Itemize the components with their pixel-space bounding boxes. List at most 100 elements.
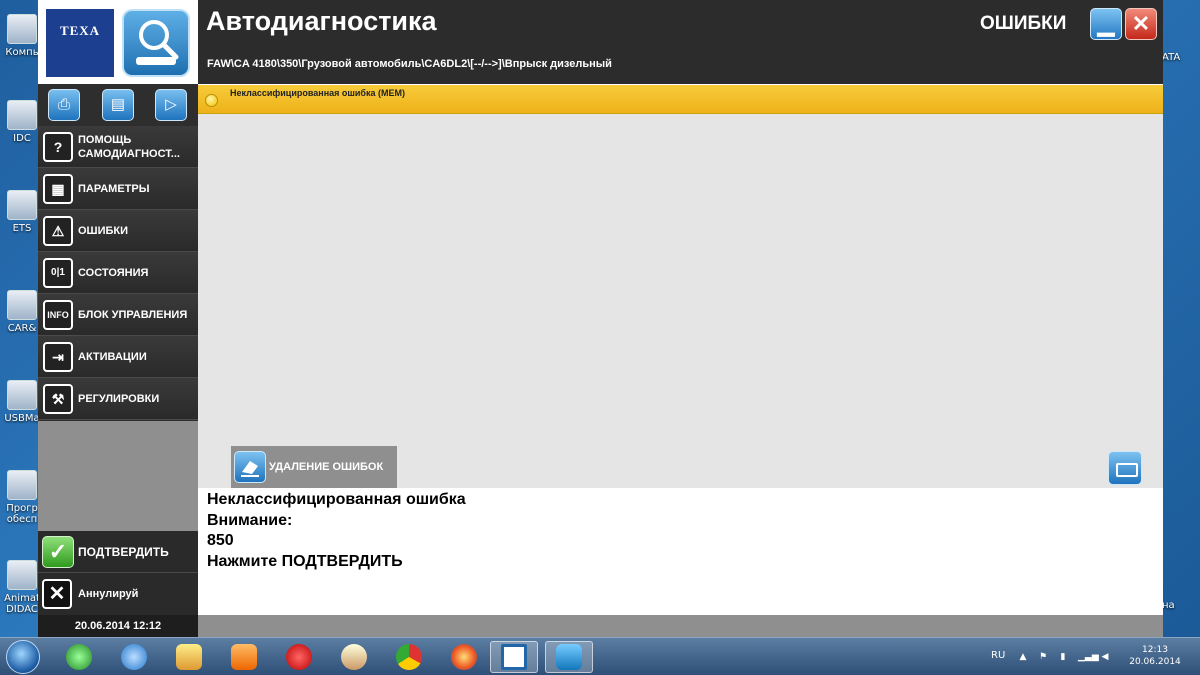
binary-state-icon: 0|1 xyxy=(43,258,73,288)
cancel-x-icon: ✕ xyxy=(42,579,72,609)
desktop-label-right-top: ATA xyxy=(1162,52,1181,63)
sidebar-item-label: ПАРАМЕТРЫ xyxy=(78,183,150,195)
sidebar-item-label: РЕГУЛИРОВКИ xyxy=(78,393,160,405)
message-line-error: Неклассифицированная ошибка xyxy=(207,491,466,508)
sidebar-toolbar: ⎙ ▤ ▷ xyxy=(38,84,198,126)
logo-area: TEXA xyxy=(38,0,198,84)
info-icon: INFO xyxy=(43,300,73,330)
folder-icon xyxy=(176,644,202,670)
sidebar-item-label: ОШИБКИ xyxy=(78,225,129,237)
taskbar-app-paint[interactable] xyxy=(330,641,378,673)
texa-logo: TEXA xyxy=(46,9,114,77)
desktop-icon-car[interactable]: CAR& xyxy=(2,290,42,334)
taskbar-app-window[interactable] xyxy=(490,641,538,673)
minimize-icon: ▁ xyxy=(1097,11,1115,36)
sidebar-item-control-unit[interactable]: INFO БЛОК УПРАВЛЕНИЯ xyxy=(38,294,198,336)
desktop-icon-ets[interactable]: ETS xyxy=(2,190,42,234)
media-player-icon xyxy=(231,644,257,670)
cancel-label: Аннулируй xyxy=(78,588,139,600)
app-shortcut-icon xyxy=(7,100,37,130)
confirm-label: ПОДТВЕРДИТЬ xyxy=(78,545,169,559)
desktop-icon-idc[interactable]: IDC xyxy=(2,100,42,144)
taskbar-app-chrome[interactable] xyxy=(385,641,433,673)
close-button[interactable]: ✕ xyxy=(1125,8,1157,40)
vehicle-path: FAW\CA 4180\350\Грузовой автомобиль\CA6D… xyxy=(207,58,612,70)
close-icon: ✕ xyxy=(1131,11,1151,36)
taskbar-app-signal[interactable] xyxy=(55,641,103,673)
tools-icon: ⚒ xyxy=(43,384,73,414)
internet-explorer-icon xyxy=(121,644,147,670)
firefox-icon xyxy=(451,644,477,670)
sidebar-item-label: АКТИВАЦИИ xyxy=(78,351,147,363)
clock-time: 12:13 xyxy=(1142,645,1168,655)
autodiagnostics-icon xyxy=(122,9,190,77)
app-shortcut-icon xyxy=(7,560,37,590)
message-line-instruction: Нажмите ПОДТВЕРДИТЬ xyxy=(207,552,403,570)
actuator-icon: ⇥ xyxy=(43,342,73,372)
app-shortcut-icon xyxy=(7,470,37,500)
computer-icon xyxy=(7,14,37,44)
main-panel: Неклассифицированная ошибка (MEM) УДАЛЕН… xyxy=(198,84,1163,637)
system-tray: RU ▲ ⚑ ▮ ▁▃▅ ◀ 12:13 20.06.2014 xyxy=(985,638,1200,675)
taskbar-app-media[interactable] xyxy=(220,641,268,673)
desktop-icon-animat[interactable]: Animat DIDAC xyxy=(2,560,42,615)
sidebar-item-states[interactable]: 0|1 СОСТОЯНИЯ xyxy=(38,252,198,294)
sidebar-item-label: СОСТОЯНИЯ xyxy=(78,267,149,279)
window-icon xyxy=(501,644,527,670)
chrome-icon xyxy=(396,644,422,670)
desktop-icon-software[interactable]: Прогр обесп xyxy=(2,470,42,525)
print-button[interactable]: ⎙ xyxy=(48,89,80,121)
message-line-code: 850 xyxy=(207,532,234,549)
desktop-icon-usbma[interactable]: USBMa xyxy=(2,380,42,424)
taskbar-app-explorer[interactable] xyxy=(165,641,213,673)
confirm-button[interactable]: ✓ ПОДТВЕРДИТЬ xyxy=(38,531,198,573)
sidebar-item-label: БЛОК УПРАВЛЕНИЯ xyxy=(78,309,188,321)
taskbar-clock[interactable]: 12:13 20.06.2014 xyxy=(1125,644,1185,668)
chevron-up-icon[interactable]: ▲ xyxy=(1018,652,1028,662)
message-line-attention: Внимание: xyxy=(207,511,293,529)
error-status-dot-icon xyxy=(205,94,218,107)
signal-app-icon xyxy=(66,644,92,670)
volume-icon[interactable]: ◀ xyxy=(1100,652,1110,662)
language-indicator[interactable]: RU xyxy=(991,650,1005,661)
taskbar-app-ie[interactable] xyxy=(110,641,158,673)
flag-icon[interactable]: ⚑ xyxy=(1038,652,1048,662)
keyboard-button[interactable] xyxy=(1108,451,1142,485)
error-list-row[interactable]: Неклассифицированная ошибка (MEM) xyxy=(198,84,1163,114)
desktop-icon-computer[interactable]: Компь xyxy=(2,14,42,58)
taskbar: RU ▲ ⚑ ▮ ▁▃▅ ◀ 12:13 20.06.2014 xyxy=(0,637,1200,675)
sidebar-item-activations[interactable]: ⇥ АКТИВАЦИИ xyxy=(38,336,198,378)
taskbar-app-opera[interactable] xyxy=(275,641,323,673)
minimize-button[interactable]: ▁ xyxy=(1090,8,1122,40)
sidebar-item-label: ПОМОЩЬ САМОДИАГНОСТ... xyxy=(78,134,180,160)
sidebar-item-errors[interactable]: ⚠ ОШИБКИ xyxy=(38,210,198,252)
printer-icon: ⎙ xyxy=(57,96,70,113)
app-datetime: 20.06.2014 12:12 xyxy=(38,615,198,637)
delete-errors-label: УДАЛЕНИЕ ОШИБОК xyxy=(269,460,384,473)
network-signal-icon[interactable]: ▁▃▅ xyxy=(1078,652,1099,662)
start-button[interactable] xyxy=(6,640,40,674)
record-button[interactable]: ▤ xyxy=(102,89,134,121)
clapperboard-icon: ▤ xyxy=(110,96,126,113)
sidebar-item-parameters[interactable]: ▦ ПАРАМЕТРЫ xyxy=(38,168,198,210)
checkmark-icon: ✓ xyxy=(42,536,74,568)
message-panel: Неклассифицированная ошибка Внимание: 85… xyxy=(198,488,1163,615)
header: TEXA Автодиагностика FAW\CA 4180\350\Гру… xyxy=(38,0,1163,84)
page-title: Автодиагностика xyxy=(206,6,437,36)
delete-errors-button[interactable]: УДАЛЕНИЕ ОШИБОК xyxy=(231,446,397,488)
warning-icon: ⚠ xyxy=(43,216,73,246)
autodiagnostics-icon xyxy=(556,644,582,670)
sidebar-item-self-diagnosis-help[interactable]: ? ПОМОЩЬ САМОДИАГНОСТ... xyxy=(38,126,198,168)
taskbar-app-texa[interactable] xyxy=(545,641,593,673)
sidebar-item-adjustments[interactable]: ⚒ РЕГУЛИРОВКИ xyxy=(38,378,198,420)
texa-app-window: TEXA Автодиагностика FAW\CA 4180\350\Гру… xyxy=(38,0,1163,637)
forward-button[interactable]: ▷ xyxy=(155,89,187,121)
taskbar-app-firefox[interactable] xyxy=(440,641,488,673)
play-icon: ▷ xyxy=(165,96,177,113)
battery-icon[interactable]: ▮ xyxy=(1058,652,1068,662)
cancel-button[interactable]: ✕ Аннулируй xyxy=(38,573,198,615)
app-shortcut-icon xyxy=(7,290,37,320)
error-row-text: Неклассифицированная ошибка (MEM) xyxy=(230,88,405,98)
sidebar-spacer xyxy=(38,421,198,531)
grid-icon: ▦ xyxy=(43,174,73,204)
